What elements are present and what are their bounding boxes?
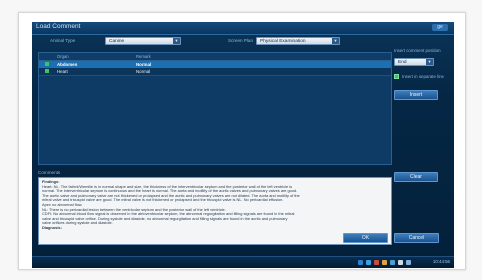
comment-line: Diagnosis: <box>42 225 62 230</box>
system-taskbar: 10:44:56 <box>32 256 454 268</box>
insert-button[interactable]: Insert <box>394 90 438 100</box>
row-checkbox[interactable] <box>45 69 49 73</box>
window-title: Load Comment <box>36 23 81 30</box>
vendor-logo: ge <box>432 24 448 31</box>
remark-cell: Normal <box>136 69 151 74</box>
animal-type-value: Canine <box>109 39 125 44</box>
row-checkbox[interactable] <box>45 62 49 66</box>
insert-position-select[interactable]: End ▼ <box>394 58 434 66</box>
taskbar-clock: 10:44:56 <box>432 259 450 264</box>
disk-icon[interactable] <box>390 260 395 265</box>
organ-remark-table: Organ Remark Abdomen Normal Heart Normal <box>38 52 392 165</box>
chevron-down-icon[interactable]: ▼ <box>173 38 180 44</box>
insert-position-label: Insert comment position <box>394 48 441 53</box>
help-icon[interactable] <box>406 260 411 265</box>
table-row[interactable]: Abdomen Normal <box>39 61 391 68</box>
load-comment-dialog: Load Comment ge Animal Type Canine ▼ Scr… <box>32 22 454 268</box>
column-header-organ: Organ <box>57 54 69 59</box>
volume-icon[interactable] <box>398 260 403 265</box>
usb-icon[interactable] <box>366 260 371 265</box>
record-icon[interactable] <box>374 260 379 265</box>
comments-textarea[interactable]: Findings: Heart: NL. The fat/rnl/Wemilie… <box>38 177 392 245</box>
table-row[interactable]: Heart Normal <box>39 68 391 76</box>
screen-plan-select[interactable]: Physical Examination ▼ <box>256 37 340 45</box>
screen-plan-label: Screen Plan <box>228 38 254 43</box>
animal-type-label: Animal Type <box>50 38 76 43</box>
comments-label: Comments <box>38 170 61 175</box>
animal-type-select[interactable]: Canine ▼ <box>105 37 181 45</box>
network-icon[interactable] <box>358 260 363 265</box>
ok-button[interactable]: OK <box>343 233 388 243</box>
chevron-down-icon[interactable]: ▼ <box>426 59 433 65</box>
screen-plan-value: Physical Examination <box>260 39 306 44</box>
printer-icon[interactable] <box>382 260 387 265</box>
chevron-down-icon[interactable]: ▼ <box>332 38 339 44</box>
insert-separate-checkbox[interactable] <box>394 74 399 79</box>
insert-separate-label: Insert in separate line <box>402 74 444 79</box>
organ-cell: Abdomen <box>57 62 78 67</box>
title-bar: Load Comment ge <box>32 22 454 35</box>
clear-button[interactable]: Clear <box>394 172 438 182</box>
organ-cell: Heart <box>57 69 68 74</box>
remark-cell: Normal <box>136 62 152 67</box>
column-header-remark: Remark <box>136 54 151 59</box>
insert-position-value: End <box>398 60 407 65</box>
cancel-button[interactable]: Cancel <box>394 233 439 243</box>
table-header: Organ Remark <box>39 53 391 61</box>
